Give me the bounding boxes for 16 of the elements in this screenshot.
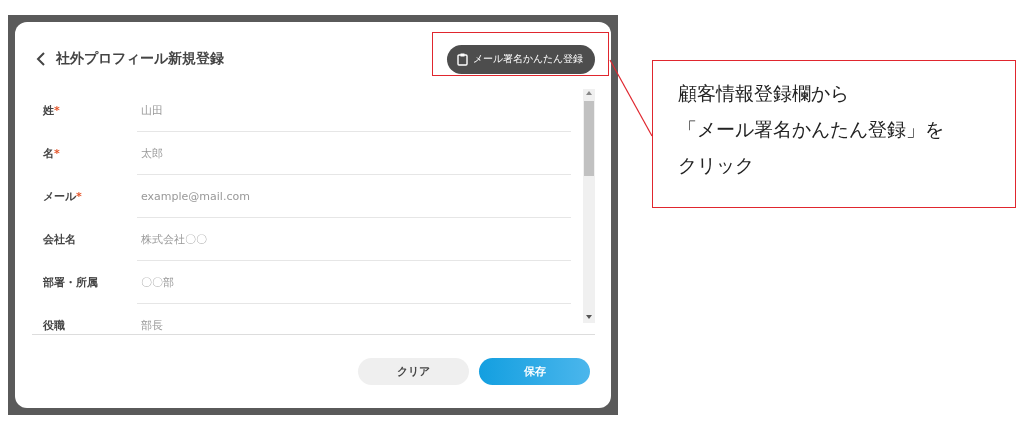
field-label: メール*	[42, 189, 83, 204]
scroll-down-icon[interactable]	[585, 313, 593, 321]
field-label: 部署・所属	[42, 275, 99, 290]
scroll-up-icon[interactable]	[585, 89, 593, 97]
scrollbar[interactable]	[583, 89, 595, 323]
chevron-left-icon	[36, 52, 46, 66]
field-label: 姓*	[42, 103, 61, 118]
back-button[interactable]	[36, 52, 48, 66]
callout-text: 顧客情報登録欄から 「メール署名かんたん登録」を クリック	[678, 81, 945, 178]
field-label: 名*	[42, 146, 61, 161]
clipboard-icon	[457, 52, 468, 66]
dialog-title: 社外プロフィール新規登録	[56, 50, 225, 68]
clear-button[interactable]: クリア	[358, 358, 469, 385]
field-label: 役職	[42, 318, 66, 333]
signature-register-button[interactable]: メール署名かんたん登録	[447, 44, 595, 74]
field-label: 会社名	[42, 232, 77, 247]
